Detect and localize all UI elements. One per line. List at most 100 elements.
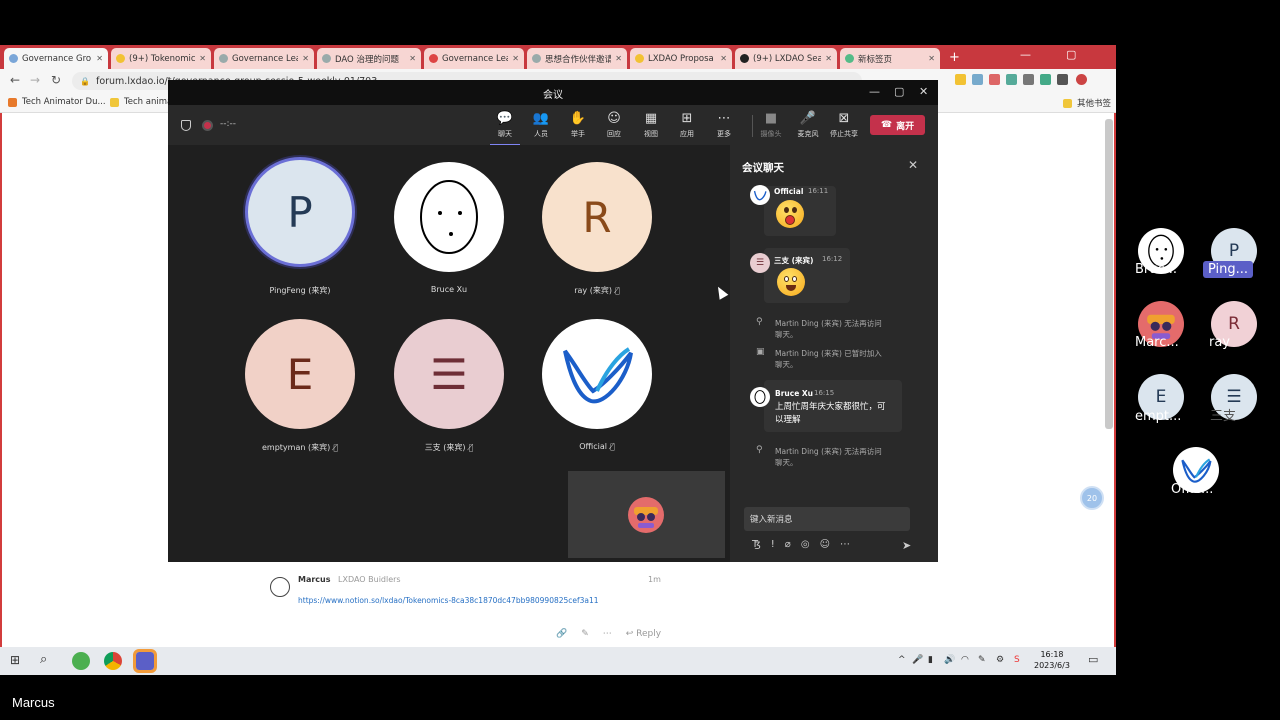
post-author[interactable]: Marcus bbox=[298, 575, 331, 584]
reload-icon[interactable]: ↻ bbox=[51, 73, 61, 87]
system-clock[interactable]: 16:18 2023/6/3 bbox=[1034, 649, 1070, 671]
windows-start-icon[interactable]: ⊞ bbox=[10, 653, 20, 667]
extension-icon[interactable] bbox=[1006, 74, 1017, 85]
format-icon[interactable]: Ꜩ bbox=[752, 539, 761, 550]
other-bookmarks[interactable]: 其他书签 bbox=[1063, 97, 1111, 109]
participant-avatar-ray[interactable]: R bbox=[542, 162, 652, 272]
minimize-icon[interactable]: — bbox=[869, 85, 880, 98]
browser-tab-3[interactable]: Governance Lea ✕ bbox=[214, 48, 314, 69]
emoji-icon[interactable]: ☺ bbox=[820, 539, 830, 550]
close-icon[interactable]: ✕ bbox=[302, 54, 309, 63]
more-icon[interactable]: ⋯ bbox=[840, 539, 850, 550]
participant-avatar-bruce-xu[interactable] bbox=[394, 162, 504, 272]
extension-icon[interactable] bbox=[1057, 74, 1068, 85]
extension-icon[interactable] bbox=[1023, 74, 1034, 85]
close-icon[interactable]: ✕ bbox=[720, 54, 727, 63]
meeting-window-title: 会议 bbox=[543, 90, 563, 101]
close-icon[interactable]: ✕ bbox=[512, 54, 519, 63]
close-icon[interactable]: ✕ bbox=[928, 54, 935, 63]
back-icon[interactable]: ← bbox=[10, 73, 20, 87]
tool-view-button[interactable]: ▦ 视图 bbox=[633, 111, 669, 139]
close-icon[interactable]: ✕ bbox=[409, 54, 416, 63]
notification-badge[interactable]: 20 bbox=[1080, 486, 1104, 510]
participant-avatar-official[interactable] bbox=[542, 319, 652, 429]
browser-tab-6[interactable]: 思想合作伙伴邀请 ✕ bbox=[527, 48, 627, 69]
browser-tab-1[interactable]: Governance Gro ✕ bbox=[4, 48, 108, 69]
minimize-icon[interactable]: — bbox=[1020, 48, 1031, 61]
tray-battery-icon[interactable]: ▮ bbox=[928, 655, 933, 665]
search-icon[interactable]: ⌕ bbox=[40, 652, 47, 667]
page-scrollbar[interactable] bbox=[1105, 119, 1113, 429]
self-view-tile[interactable] bbox=[568, 471, 725, 558]
chrome-icon[interactable] bbox=[104, 652, 122, 670]
browser-tab-9[interactable]: 新标签页 ✕ bbox=[840, 48, 940, 69]
stop-share-icon: ⊠ bbox=[838, 111, 850, 126]
reply-button[interactable]: ↩ Reply bbox=[626, 629, 661, 639]
close-icon[interactable]: ✕ bbox=[919, 85, 928, 98]
close-icon[interactable]: ✕ bbox=[199, 54, 206, 63]
browser-tab-2[interactable]: (9+) Tokenomics ✕ bbox=[111, 48, 211, 69]
tool-mic-button[interactable]: 🎤 麦克风 bbox=[790, 111, 826, 139]
tray-app-icon[interactable]: S bbox=[1014, 655, 1020, 665]
tray-mic-icon[interactable]: 🎤 bbox=[912, 655, 923, 665]
tray-volume-icon[interactable]: 🔊 bbox=[944, 655, 955, 665]
extension-icon[interactable] bbox=[972, 74, 983, 85]
maximize-icon[interactable]: ▢ bbox=[894, 85, 904, 98]
tool-stop-share-button[interactable]: ⊠ 停止共享 bbox=[826, 111, 862, 139]
tray-app-icon[interactable]: ⚙ bbox=[996, 655, 1004, 665]
chat-title: 会议聊天 bbox=[742, 162, 784, 174]
more-icon[interactable]: ⋯ bbox=[603, 629, 612, 639]
tool-more-button[interactable]: ⋯ 更多 bbox=[706, 111, 742, 139]
browser-tab-4[interactable]: DAO 治理的问题 ✕ bbox=[317, 48, 421, 69]
tray-app-icon[interactable]: ✎ bbox=[978, 655, 986, 665]
notification-center-icon[interactable]: ▭ bbox=[1088, 653, 1098, 666]
attach-icon[interactable]: ⌀ bbox=[785, 539, 791, 550]
avatar[interactable] bbox=[750, 387, 770, 407]
priority-icon[interactable]: ! bbox=[771, 539, 775, 550]
chat-compose-input[interactable]: 键入新消息 bbox=[744, 507, 910, 531]
window-border bbox=[1114, 113, 1116, 647]
forward-icon[interactable]: → bbox=[30, 73, 40, 87]
new-tab-icon[interactable]: + bbox=[949, 50, 960, 65]
participant-avatar-emptyman[interactable]: E bbox=[245, 319, 355, 429]
avatar[interactable]: ☰ bbox=[750, 253, 770, 273]
tool-react-button[interactable]: ☺ 回应 bbox=[596, 111, 632, 139]
browser-tab-5[interactable]: Governance Lea ✕ bbox=[424, 48, 524, 69]
extension-icon[interactable] bbox=[989, 74, 1000, 85]
wechat-icon[interactable] bbox=[72, 652, 90, 670]
side-participant-name: Ping... bbox=[1203, 261, 1254, 278]
tray-chevron-icon[interactable]: ^ bbox=[898, 655, 906, 665]
browser-tab-7[interactable]: LXDAO Proposa ✕ bbox=[630, 48, 732, 69]
close-icon[interactable]: ✕ bbox=[908, 158, 918, 172]
tool-apps-button[interactable]: ⊞ 应用 bbox=[669, 111, 705, 139]
loop-icon[interactable]: ◎ bbox=[801, 539, 810, 550]
tool-raise-hand-button[interactable]: ✋ 举手 bbox=[560, 111, 596, 139]
participant-avatar-pingfeng[interactable]: P bbox=[245, 157, 355, 267]
participant-avatar-sanzhi[interactable]: ☰ bbox=[394, 319, 504, 429]
meeting-toolbar: --:-- 💬 聊天 👥 人员 ✋ 举手 ☺ 回应 ▦ 视图 ⊞ 应用 ⋯ 更多 ■ 摄像头 🎤… bbox=[168, 105, 938, 146]
tool-chat-button[interactable]: 💬 聊天 bbox=[487, 111, 523, 146]
tray-wifi-icon[interactable]: ◠ bbox=[961, 655, 969, 665]
avatar[interactable] bbox=[270, 577, 290, 597]
maximize-icon[interactable]: ▢ bbox=[1066, 48, 1076, 61]
close-icon[interactable]: ✕ bbox=[615, 54, 622, 63]
send-icon[interactable]: ➤ bbox=[902, 539, 911, 552]
edit-icon[interactable]: ✎ bbox=[581, 629, 589, 639]
extension-icon[interactable] bbox=[1040, 74, 1051, 85]
shield-icon[interactable] bbox=[181, 120, 191, 131]
close-icon[interactable]: ✕ bbox=[96, 54, 103, 63]
tab-favicon-icon bbox=[116, 54, 125, 63]
profile-icon[interactable] bbox=[1076, 74, 1087, 85]
bookmark-item[interactable]: Tech Animator Du... bbox=[8, 97, 106, 107]
close-icon[interactable]: ✕ bbox=[825, 54, 832, 63]
tool-camera-button[interactable]: ■ 摄像头 bbox=[753, 111, 789, 139]
extension-icon[interactable] bbox=[955, 74, 966, 85]
post-role: LXDAO Buidlers bbox=[338, 575, 401, 584]
teams-icon[interactable] bbox=[133, 649, 157, 673]
tool-people-button[interactable]: 👥 人员 bbox=[523, 111, 559, 139]
browser-tab-8[interactable]: (9+) LXDAO Sea ✕ bbox=[735, 48, 837, 69]
leave-button[interactable]: ☎ 离开 bbox=[870, 115, 925, 135]
avatar[interactable] bbox=[750, 185, 770, 205]
link-icon[interactable]: 🔗 bbox=[556, 629, 567, 639]
post-link[interactable]: https://www.notion.so/lxdao/Tokenomics-8… bbox=[298, 596, 599, 605]
